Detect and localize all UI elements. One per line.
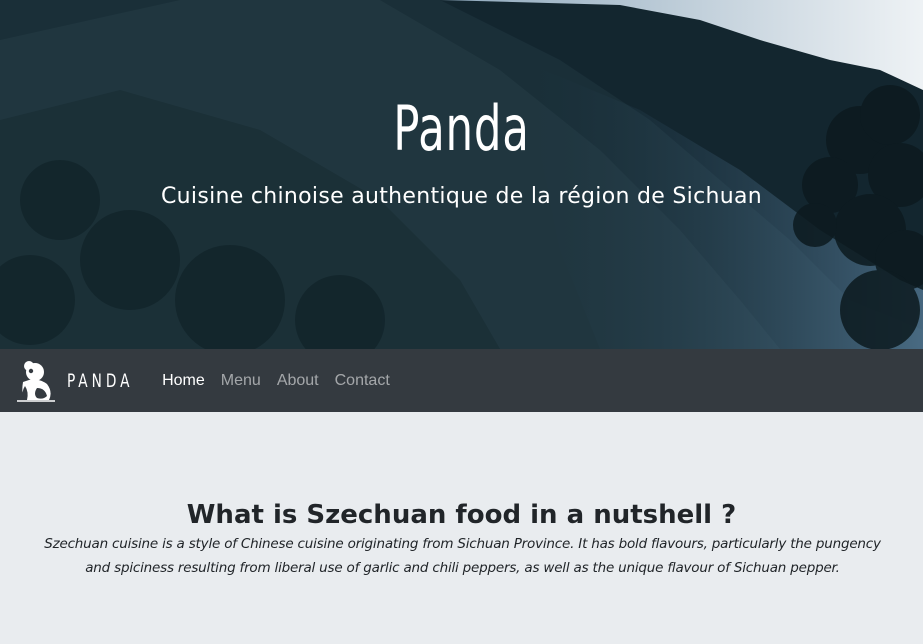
main-navbar: PANDA Home Menu About Contact <box>0 349 923 412</box>
panda-icon <box>17 360 55 402</box>
nav-links: Home Menu About Contact <box>154 372 398 390</box>
hero-banner: Panda Cuisine chinoise authentique de la… <box>0 0 923 349</box>
section-heading: What is Szechuan food in a nutshell ? <box>186 499 737 530</box>
nav-link-about[interactable]: About <box>269 372 327 390</box>
mountain-background-image <box>0 0 923 349</box>
hero-subtitle: Cuisine chinoise authentique de la régio… <box>161 184 762 209</box>
section-paragraph: Szechuan cuisine is a style of Chinese c… <box>44 535 881 576</box>
hero-title: Panda <box>393 92 530 165</box>
main-content: What is Szechuan food in a nutshell ? Sz… <box>0 412 923 644</box>
navbar-brand[interactable]: PANDA <box>15 349 150 412</box>
nav-link-home[interactable]: Home <box>154 372 213 390</box>
brand-name: PANDA <box>67 369 134 392</box>
nav-link-menu[interactable]: Menu <box>213 372 269 390</box>
nav-link-contact[interactable]: Contact <box>327 372 398 390</box>
